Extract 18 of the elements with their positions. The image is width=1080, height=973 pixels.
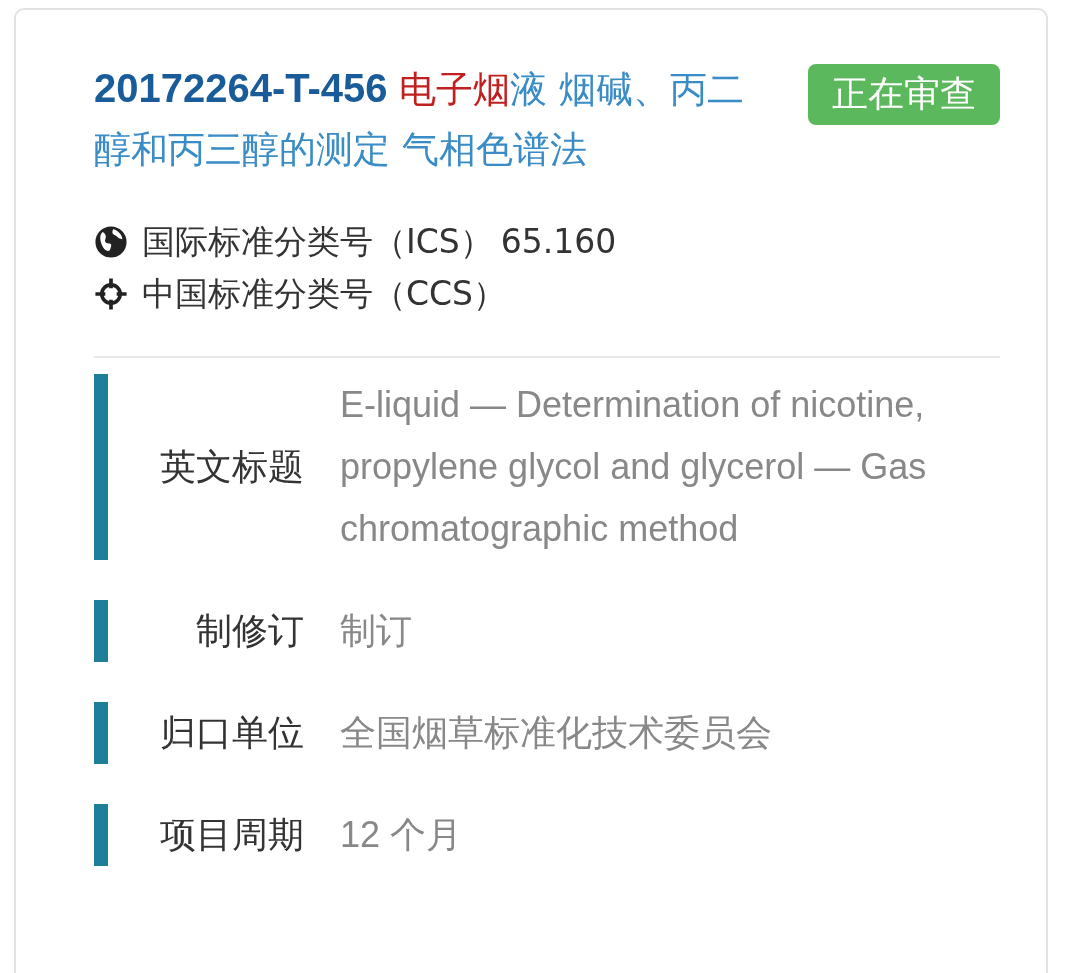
- accent-bar: [94, 702, 108, 764]
- field-value: E-liquid — Determination of nicotine, propylene glycol and glycerol — Gas chromatographic method: [340, 383, 928, 551]
- field-value: 制订: [340, 609, 412, 653]
- globe-icon: [94, 225, 128, 259]
- accent-bar: [94, 804, 108, 866]
- field-value: 全国烟草标准化技术委员会: [340, 711, 772, 755]
- standard-title: 20172264-T-456 电子烟液 烟碱、丙二醇和丙三醇的测定 气相色谱法: [94, 65, 746, 173]
- field-label: 归口单位: [159, 710, 304, 755]
- field-value: 12 个月: [340, 813, 463, 857]
- accent-bar: [94, 600, 108, 662]
- classification-label: 中国标准分类号（CCS）: [142, 273, 507, 315]
- field-label: 项目周期: [159, 812, 304, 857]
- classification-label: 国际标准分类号（ICS）: [142, 221, 493, 263]
- classification-value: 65.160: [500, 221, 617, 263]
- status-badge: 正在审查: [808, 64, 1000, 125]
- field-label: 英文标题: [159, 444, 304, 489]
- field-label: 制修订: [195, 608, 304, 653]
- crosshair-icon: [94, 277, 128, 311]
